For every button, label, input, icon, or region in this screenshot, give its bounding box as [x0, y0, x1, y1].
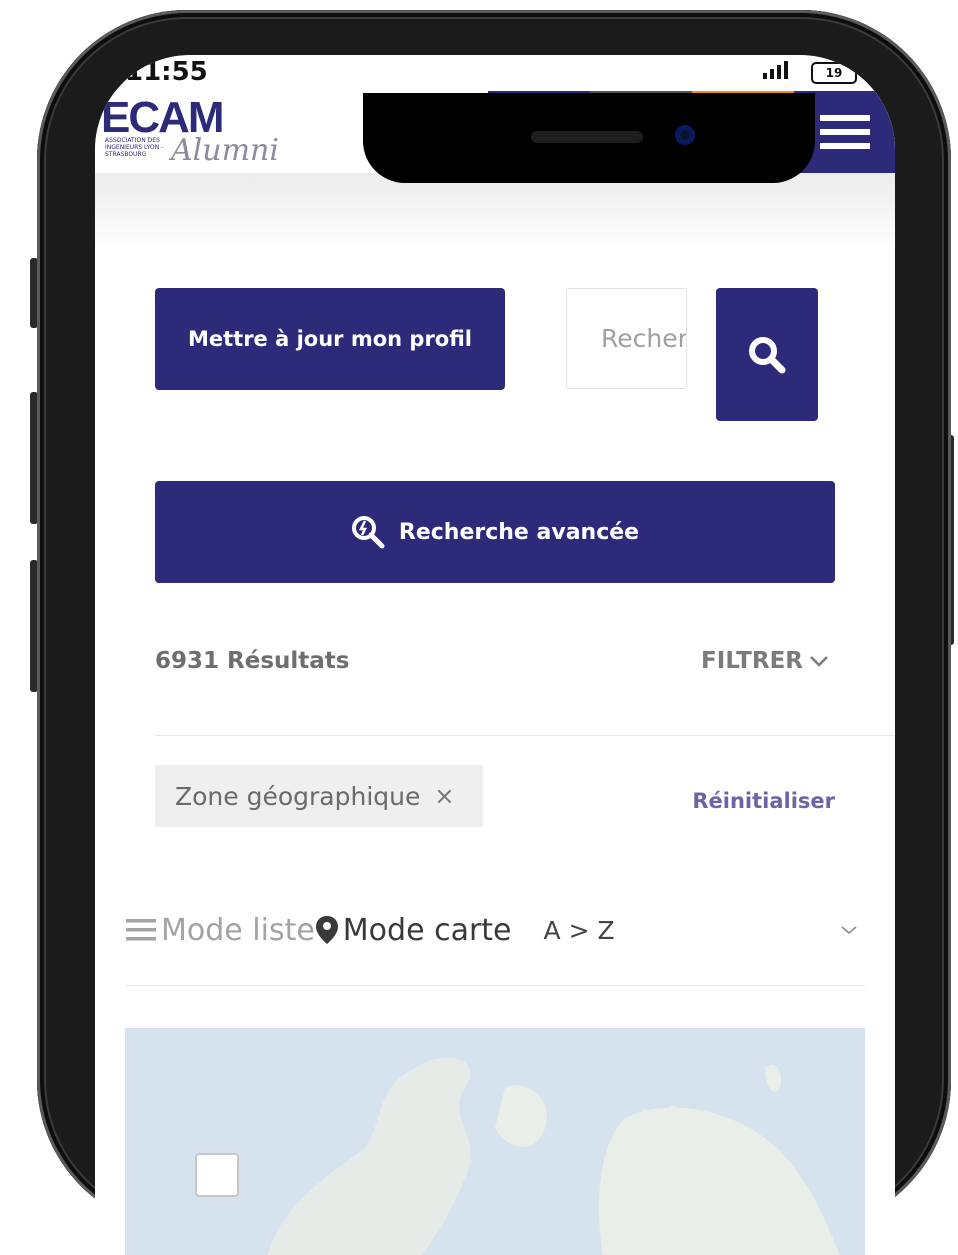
map-mode-label: Mode carte [342, 912, 512, 948]
update-profile-button[interactable]: Mettre à jour mon profil [155, 288, 505, 390]
list-mode-label: Mode liste [161, 912, 315, 948]
results-map[interactable] [125, 1028, 865, 1255]
ecam-alumni-logo[interactable]: ECAM ASSOCIATION DES INGENIEURS LYON - S… [101, 93, 279, 173]
filter-chip-geo-zone[interactable]: Zone géographique × [155, 765, 483, 827]
advanced-search-button[interactable]: Recherche avancée [155, 481, 835, 583]
header-shadow [95, 173, 895, 253]
map-mode-toggle[interactable]: Mode carte [315, 913, 512, 948]
divider [155, 735, 895, 736]
view-mode-bar: Mode liste Mode carte A > Z [125, 905, 865, 955]
map-land-shapes [267, 1057, 840, 1255]
divider [125, 985, 865, 986]
map-pin-icon [315, 916, 338, 944]
battery-icon: 19 [811, 61, 857, 84]
filter-label: FILTRER [701, 648, 803, 674]
search-input[interactable] [566, 288, 687, 389]
signal-icon [761, 61, 801, 84]
search-submit-button[interactable] [716, 288, 818, 421]
status-time: 11:55 [125, 57, 208, 87]
filter-chip-label: Zone géographique [175, 781, 421, 811]
reset-filters-link[interactable]: Réinitialiser [692, 789, 835, 813]
sort-select-value[interactable]: A > Z [544, 916, 615, 945]
hamburger-icon [819, 107, 870, 157]
logo-script: Alumni [171, 133, 279, 168]
chevron-down-icon[interactable] [839, 924, 859, 936]
results-count: 6931 Résultats [155, 648, 350, 674]
phone-screen: 11:55 19 ECAM ASSOCIATION DES INGENIEURS… [95, 55, 895, 1255]
chevron-down-icon [810, 656, 828, 667]
camera-icon [675, 125, 695, 145]
filter-toggle[interactable]: FILTRER [701, 648, 829, 674]
advanced-search-label: Recherche avancée [398, 519, 640, 545]
search-icon [749, 336, 786, 373]
status-icons: 19 [761, 61, 857, 84]
phone-speaker [531, 131, 643, 143]
list-mode-toggle[interactable]: Mode liste [125, 913, 315, 948]
advanced-search-icon [351, 516, 385, 549]
map-zoom-control[interactable] [195, 1153, 239, 1197]
phone-notch [363, 93, 815, 183]
close-icon[interactable]: × [434, 782, 454, 810]
list-icon [126, 919, 156, 941]
